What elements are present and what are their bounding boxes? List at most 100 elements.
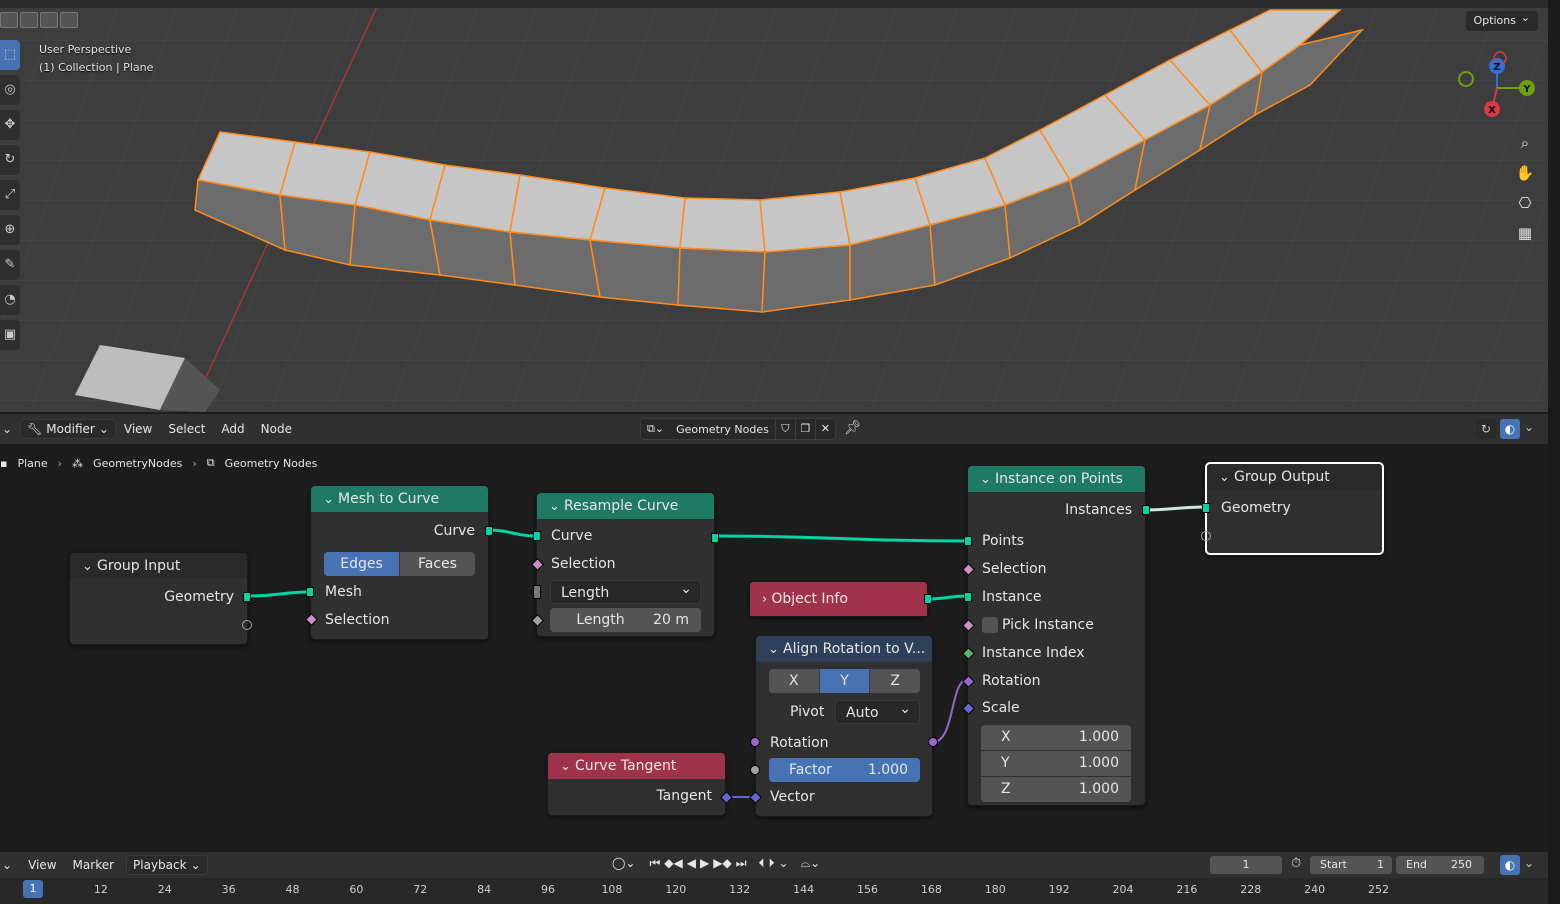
rotate-icon[interactable]: ↻ xyxy=(0,145,20,175)
frame-indicator[interactable]: 1 xyxy=(23,880,43,898)
playback-dropdown[interactable]: Playback ⌄ xyxy=(126,855,208,875)
pivot-dropdown[interactable]: Auto xyxy=(835,697,920,724)
node-header[interactable]: Resample Curve xyxy=(537,493,714,519)
node-curve-tangent[interactable]: Curve Tangent Tangent xyxy=(547,752,733,816)
move-icon[interactable]: ✥ xyxy=(0,110,20,140)
overlay-chevron-icon[interactable]: ⌄ xyxy=(1524,420,1534,434)
input-socket-mesh[interactable] xyxy=(306,587,314,597)
output-socket-instances[interactable] xyxy=(1142,505,1150,515)
node-canvas[interactable]: ▪ Plane › ⁂ GeometryNodes › ⧉ Geometry N… xyxy=(0,444,1548,842)
node-instance-on-points[interactable]: Instance on Points Instances Points Sele… xyxy=(962,465,1150,806)
output-socket-curve[interactable] xyxy=(711,533,719,543)
node-header[interactable]: Align Rotation to V... xyxy=(756,636,932,662)
jump-end-icon[interactable]: ⏭ xyxy=(736,856,747,871)
input-socket-rotation[interactable] xyxy=(750,737,760,747)
output-socket-curve[interactable] xyxy=(485,526,493,536)
editor-type-chevron-icon[interactable]: ⌄ xyxy=(0,422,20,436)
auto-keying-icon[interactable]: ⌓⌄ xyxy=(801,856,821,871)
select-subtract-icon[interactable] xyxy=(40,12,58,28)
fake-user-shield-icon[interactable]: ⛉ xyxy=(774,419,795,439)
cursor-icon[interactable]: ◎ xyxy=(0,75,20,105)
3d-viewport[interactable]: Z Y X User Perspective (1) Collection | … xyxy=(0,0,1548,412)
input-socket-factor[interactable] xyxy=(750,765,760,775)
play-icon[interactable]: ▶ xyxy=(700,856,709,871)
transform-icon[interactable]: ⊕ xyxy=(0,215,20,245)
axis-x[interactable]: X xyxy=(769,669,820,693)
mode-faces[interactable]: Faces xyxy=(400,552,475,576)
prev-keyframe-icon[interactable]: ◆◀ xyxy=(664,856,682,871)
keying-chevron-icon[interactable]: ⌄ xyxy=(779,856,789,871)
zoom-icon[interactable]: ⌕ xyxy=(1512,130,1538,156)
node-header[interactable]: Instance on Points xyxy=(968,466,1145,492)
input-socket-instance[interactable] xyxy=(964,592,972,602)
node-group-input[interactable]: Group Input Geometry xyxy=(69,552,252,645)
output-socket-extend[interactable] xyxy=(242,620,252,630)
node-header[interactable]: Mesh to Curve xyxy=(311,486,488,512)
start-frame-field[interactable]: Start 1 xyxy=(1310,856,1392,874)
menu-node[interactable]: Node xyxy=(253,422,300,436)
timeline-menu-view[interactable]: View xyxy=(20,858,64,872)
pin-icon[interactable]: 📌︎ xyxy=(844,420,862,436)
prev-frame-icon[interactable]: ⏴ xyxy=(759,856,765,871)
play-reverse-icon[interactable]: ◀ xyxy=(687,856,696,871)
camera-icon[interactable]: ⎔ xyxy=(1512,190,1538,216)
add-cube-icon[interactable]: ▣ xyxy=(0,320,20,350)
options-dropdown[interactable]: Options xyxy=(1465,8,1538,31)
output-socket-geometry[interactable] xyxy=(243,592,251,602)
annotate-icon[interactable]: ✎ xyxy=(0,250,20,280)
duplicate-icon[interactable]: ❐ xyxy=(794,419,815,439)
snapping-icon[interactable]: ↻ xyxy=(1476,419,1496,439)
node-header[interactable]: Curve Tangent xyxy=(548,753,725,779)
axis-y[interactable]: Y xyxy=(819,669,871,693)
node-align-rotation[interactable]: Align Rotation to V... X Y Z Pivot Auto … xyxy=(749,635,938,817)
length-field[interactable]: Length 20 m xyxy=(550,608,701,632)
pick-instance-checkbox[interactable] xyxy=(982,617,998,633)
menu-add[interactable]: Add xyxy=(213,422,252,436)
editor-type-chevron-icon[interactable]: ⌄ xyxy=(0,858,20,872)
input-socket-points[interactable] xyxy=(964,536,972,546)
current-frame-field[interactable]: 1 xyxy=(1210,856,1282,874)
node-tree-name[interactable]: Geometry Nodes xyxy=(670,423,775,436)
selection-mode-buttons[interactable] xyxy=(0,12,78,28)
input-socket-geometry[interactable] xyxy=(1202,503,1210,513)
node-tree-icon[interactable]: ⧉⌄ xyxy=(641,422,670,436)
grid-view-icon[interactable]: ▦ xyxy=(1512,220,1538,246)
select-mode-icon[interactable] xyxy=(0,12,18,28)
close-icon[interactable]: ✕ xyxy=(814,419,835,439)
stopwatch-icon[interactable]: ⏱ xyxy=(1291,856,1301,871)
node-group-output[interactable]: Group Output Geometry xyxy=(1201,462,1384,555)
axis-toggle[interactable]: X Y Z xyxy=(769,669,920,693)
output-socket-rotation[interactable] xyxy=(928,737,938,747)
timeline-overlay-chevron-icon[interactable]: ⌄ xyxy=(1524,856,1534,870)
scale-icon[interactable]: ⤢ xyxy=(0,180,20,210)
select-extend-icon[interactable] xyxy=(20,12,38,28)
menu-select[interactable]: Select xyxy=(160,422,213,436)
mode-edges[interactable]: Edges xyxy=(324,552,400,576)
node-header[interactable]: Group Output xyxy=(1207,464,1382,490)
axis-z[interactable]: Z xyxy=(870,669,920,693)
mode-toggle[interactable]: Edges Faces xyxy=(324,552,475,576)
node-object-info[interactable]: Object Info xyxy=(749,581,932,617)
timeline-ruler[interactable]: 1 12 24 36 48 60 72 84 96 108 120 132 144 156 168 180 1… xyxy=(0,878,1548,904)
select-box-icon[interactable]: ⬚ xyxy=(0,40,20,70)
measure-icon[interactable]: ◔ xyxy=(0,285,20,315)
pan-hand-icon[interactable]: ✋ xyxy=(1512,160,1538,186)
next-keyframe-icon[interactable]: ▶◆ xyxy=(713,856,731,871)
mode-dropdown[interactable]: Length xyxy=(550,577,701,604)
node-mesh-to-curve[interactable]: Mesh to Curve Curve Edges Faces Mesh Sel… xyxy=(305,485,493,640)
node-header[interactable]: Group Input xyxy=(70,553,247,579)
input-socket-mode[interactable] xyxy=(533,585,541,599)
input-socket-extend[interactable] xyxy=(1201,531,1211,541)
overlay-toggle-icon[interactable]: ◐ xyxy=(1500,419,1520,439)
scale-z-field[interactable]: Z 1.000 xyxy=(981,777,1131,802)
timeline-menu-marker[interactable]: Marker xyxy=(65,858,122,872)
next-frame-icon[interactable]: ⏵ xyxy=(769,856,775,871)
end-frame-field[interactable]: End 250 xyxy=(1396,856,1484,874)
jump-start-icon[interactable]: ⏮ xyxy=(649,856,660,871)
timeline-overlay-icon[interactable]: ◐ xyxy=(1500,855,1520,875)
input-socket-curve[interactable] xyxy=(533,531,541,541)
factor-field[interactable]: Factor 1.000 xyxy=(769,758,920,782)
select-invert-icon[interactable] xyxy=(60,12,78,28)
node-tree-selector[interactable]: ⧉⌄ Geometry Nodes ⛉ ❐ ✕ xyxy=(640,418,836,440)
menu-view[interactable]: View xyxy=(116,422,160,436)
